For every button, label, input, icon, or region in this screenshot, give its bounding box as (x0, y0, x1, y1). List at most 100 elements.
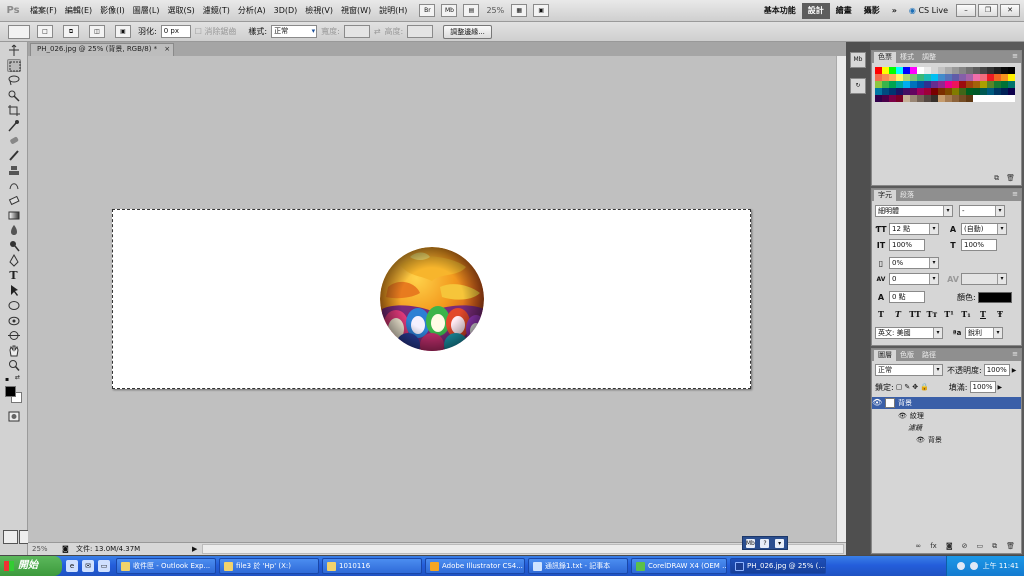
screen-mode-icon[interactable]: ▣ (533, 4, 550, 17)
color-swatch[interactable] (945, 88, 952, 95)
all-caps-button[interactable]: TT (909, 309, 921, 319)
superscript-button[interactable]: T¹ (943, 309, 955, 319)
task-coreldraw[interactable]: CorelDRAW X4 (OEM ... (631, 558, 727, 574)
minimize-button[interactable]: – (956, 4, 976, 17)
restore-button[interactable]: ❐ (978, 4, 998, 17)
network-icon[interactable] (956, 562, 965, 570)
zoom-tool-icon[interactable] (7, 359, 21, 372)
small-caps-button[interactable]: Tт (926, 309, 938, 319)
link-layers-icon[interactable]: ∞ (915, 542, 921, 551)
color-swatch[interactable] (917, 95, 924, 102)
feather-input[interactable]: 0 px (160, 25, 191, 38)
menu-image[interactable]: 影像(I) (96, 5, 129, 16)
panel-menu-icon[interactable]: ≡ (1012, 190, 1018, 198)
cs-live-button[interactable]: ◉ CS Live (903, 3, 954, 19)
pen-tool-icon[interactable] (7, 254, 21, 267)
folder-icon[interactable]: ▭ (98, 560, 110, 572)
lasso-tool-icon[interactable] (7, 74, 21, 87)
layer-style-icon[interactable]: fx (930, 542, 937, 551)
faux-bold-button[interactable]: T (875, 309, 887, 319)
tab-swatches[interactable]: 色票 (874, 52, 896, 63)
color-swatch[interactable] (903, 67, 910, 74)
color-swatch[interactable] (994, 88, 1001, 95)
menu-filter[interactable]: 濾鏡(T) (199, 5, 234, 16)
color-swatch[interactable] (980, 67, 987, 74)
status-menu-arrow-icon[interactable]: ▶ (192, 545, 202, 553)
eraser-tool-icon[interactable] (7, 194, 21, 207)
zoom-level-select[interactable]: 25% (482, 6, 508, 15)
tab-layers[interactable]: 圖層 (874, 350, 896, 361)
anti-alias-select[interactable]: 銳利 ▾ (965, 327, 1003, 339)
strikethrough-button[interactable]: Ŧ (994, 309, 1006, 319)
color-swatch[interactable] (924, 88, 931, 95)
task-photoshop[interactable]: PH_026.jpg @ 25% (... (730, 558, 826, 574)
layer-row[interactable]: 👁 背景 (872, 397, 1021, 409)
color-swatch[interactable] (917, 74, 924, 81)
color-swatch[interactable] (1008, 74, 1015, 81)
color-swatch[interactable] (903, 95, 910, 102)
tab-styles[interactable]: 樣式 (896, 52, 918, 63)
color-swatch[interactable] (910, 81, 917, 88)
layer-mask-icon[interactable]: ◙ (946, 542, 953, 551)
color-swatch[interactable] (924, 67, 931, 74)
color-swatch[interactable] (952, 95, 959, 102)
color-swatch[interactable] (987, 81, 994, 88)
color-swatch[interactable] (875, 81, 882, 88)
color-swatch[interactable] (966, 81, 973, 88)
start-button[interactable]: 開始 (0, 556, 62, 576)
task-outlook[interactable]: 收件匣 - Outlook Exp... (116, 558, 216, 574)
effect-eye-icon[interactable]: 👁 (898, 410, 907, 422)
lock-position-icon[interactable]: ✥ (912, 383, 918, 391)
color-swatch[interactable] (875, 88, 882, 95)
color-swatch[interactable] (875, 74, 882, 81)
color-swatch[interactable] (945, 67, 952, 74)
color-swatch[interactable] (987, 95, 994, 102)
color-swatch[interactable] (889, 74, 896, 81)
intersect-selection-icon[interactable]: ▣ (115, 25, 131, 38)
color-swatch[interactable] (959, 88, 966, 95)
color-swatch[interactable] (882, 95, 889, 102)
color-swatch[interactable] (973, 74, 980, 81)
mini-bridge-icon[interactable]: Mb (745, 538, 755, 548)
horizontal-scale-input[interactable]: 100% (961, 239, 997, 251)
subtract-selection-icon[interactable]: ◫ (89, 25, 105, 38)
tool-preset-picker[interactable] (8, 24, 30, 39)
color-swatch[interactable] (1001, 88, 1008, 95)
tab-channels[interactable]: 色版 (896, 350, 918, 361)
color-swatch[interactable] (882, 81, 889, 88)
task-folder[interactable]: 1010116 (322, 558, 422, 574)
color-swatch[interactable] (959, 95, 966, 102)
text-color-swatch[interactable] (977, 291, 1012, 303)
color-swatch[interactable] (896, 88, 903, 95)
color-swatch[interactable] (938, 81, 945, 88)
color-swatch[interactable] (882, 74, 889, 81)
color-swatch[interactable] (1001, 95, 1008, 102)
color-swatch[interactable] (980, 88, 987, 95)
chevron-down-icon[interactable]: ▾ (775, 538, 785, 548)
color-swatch[interactable] (938, 95, 945, 102)
gradient-tool-icon[interactable] (7, 209, 21, 222)
kerning-select[interactable]: 0 ▾ (889, 273, 939, 285)
blend-mode-select[interactable]: 正常 ▾ (875, 364, 943, 376)
color-picker[interactable] (0, 386, 27, 404)
workspace-more-button[interactable]: » (886, 3, 903, 19)
color-swatch[interactable] (896, 74, 903, 81)
color-swatch[interactable] (875, 95, 882, 102)
mini-bridge-strip[interactable]: Mb ? ▾ (742, 536, 788, 550)
anti-alias-checkbox[interactable]: ☐ 消除鋸齒 (195, 26, 237, 37)
delete-swatch-icon[interactable]: 🗑 (1006, 174, 1015, 183)
task-illustrator[interactable]: Adobe Illustrator CS4... (425, 558, 525, 574)
color-swatch[interactable] (987, 88, 994, 95)
new-layer-icon[interactable]: ⧉ (992, 542, 997, 551)
dodge-tool-icon[interactable] (7, 239, 21, 252)
color-swatch[interactable] (945, 81, 952, 88)
status-info-icon[interactable]: ◙ (62, 545, 72, 553)
color-swatch[interactable] (924, 95, 931, 102)
move-tool-icon[interactable] (7, 44, 21, 57)
help-icon[interactable]: ? (760, 538, 770, 548)
color-swatch[interactable] (910, 95, 917, 102)
language-select[interactable]: 英文: 美國 ▾ (875, 327, 943, 339)
color-swatch[interactable] (917, 81, 924, 88)
menu-edit[interactable]: 編輯(E) (61, 5, 96, 16)
color-swatch[interactable] (980, 74, 987, 81)
